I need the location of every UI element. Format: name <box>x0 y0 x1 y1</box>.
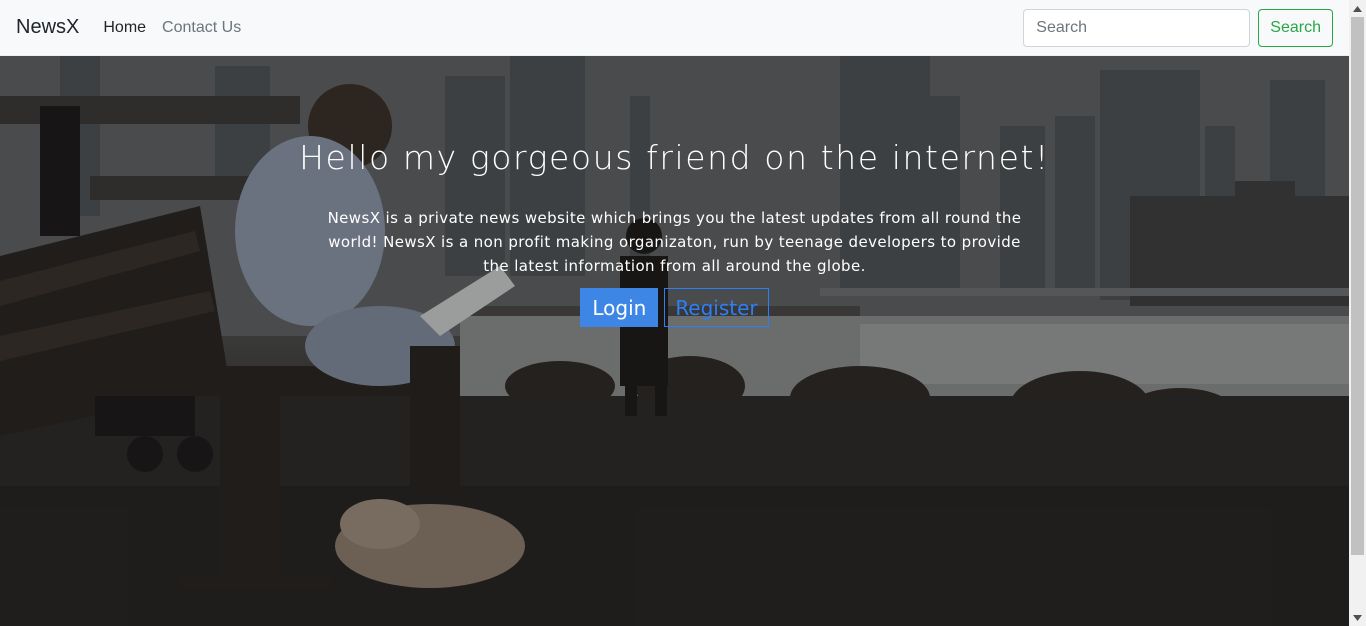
navbar: NewsX Home Contact Us Search <box>0 0 1349 56</box>
chevron-down-icon <box>1353 614 1362 621</box>
chevron-up-icon <box>1353 5 1362 12</box>
login-button[interactable]: Login <box>580 288 659 327</box>
nav-link-home[interactable]: Home <box>103 19 146 37</box>
hero-description: NewsX is a private news website which br… <box>327 209 1022 275</box>
brand-logo[interactable]: NewsX <box>16 16 79 39</box>
vertical-scrollbar[interactable] <box>1349 0 1366 626</box>
nav-link-contact-us[interactable]: Contact Us <box>162 19 241 37</box>
hero-section: Hello my gorgeous friend on the internet… <box>0 56 1349 626</box>
search-form: Search <box>1023 8 1333 47</box>
scroll-up-arrow[interactable] <box>1349 0 1366 17</box>
hero-title: Hello my gorgeous friend on the internet… <box>299 138 1050 177</box>
scroll-down-arrow[interactable] <box>1349 609 1366 626</box>
search-input[interactable] <box>1023 8 1251 47</box>
scrollbar-thumb[interactable] <box>1351 17 1364 555</box>
search-button[interactable]: Search <box>1258 8 1333 47</box>
register-button[interactable]: Register <box>664 288 769 327</box>
hero-buttons: Login Register <box>0 288 1349 327</box>
